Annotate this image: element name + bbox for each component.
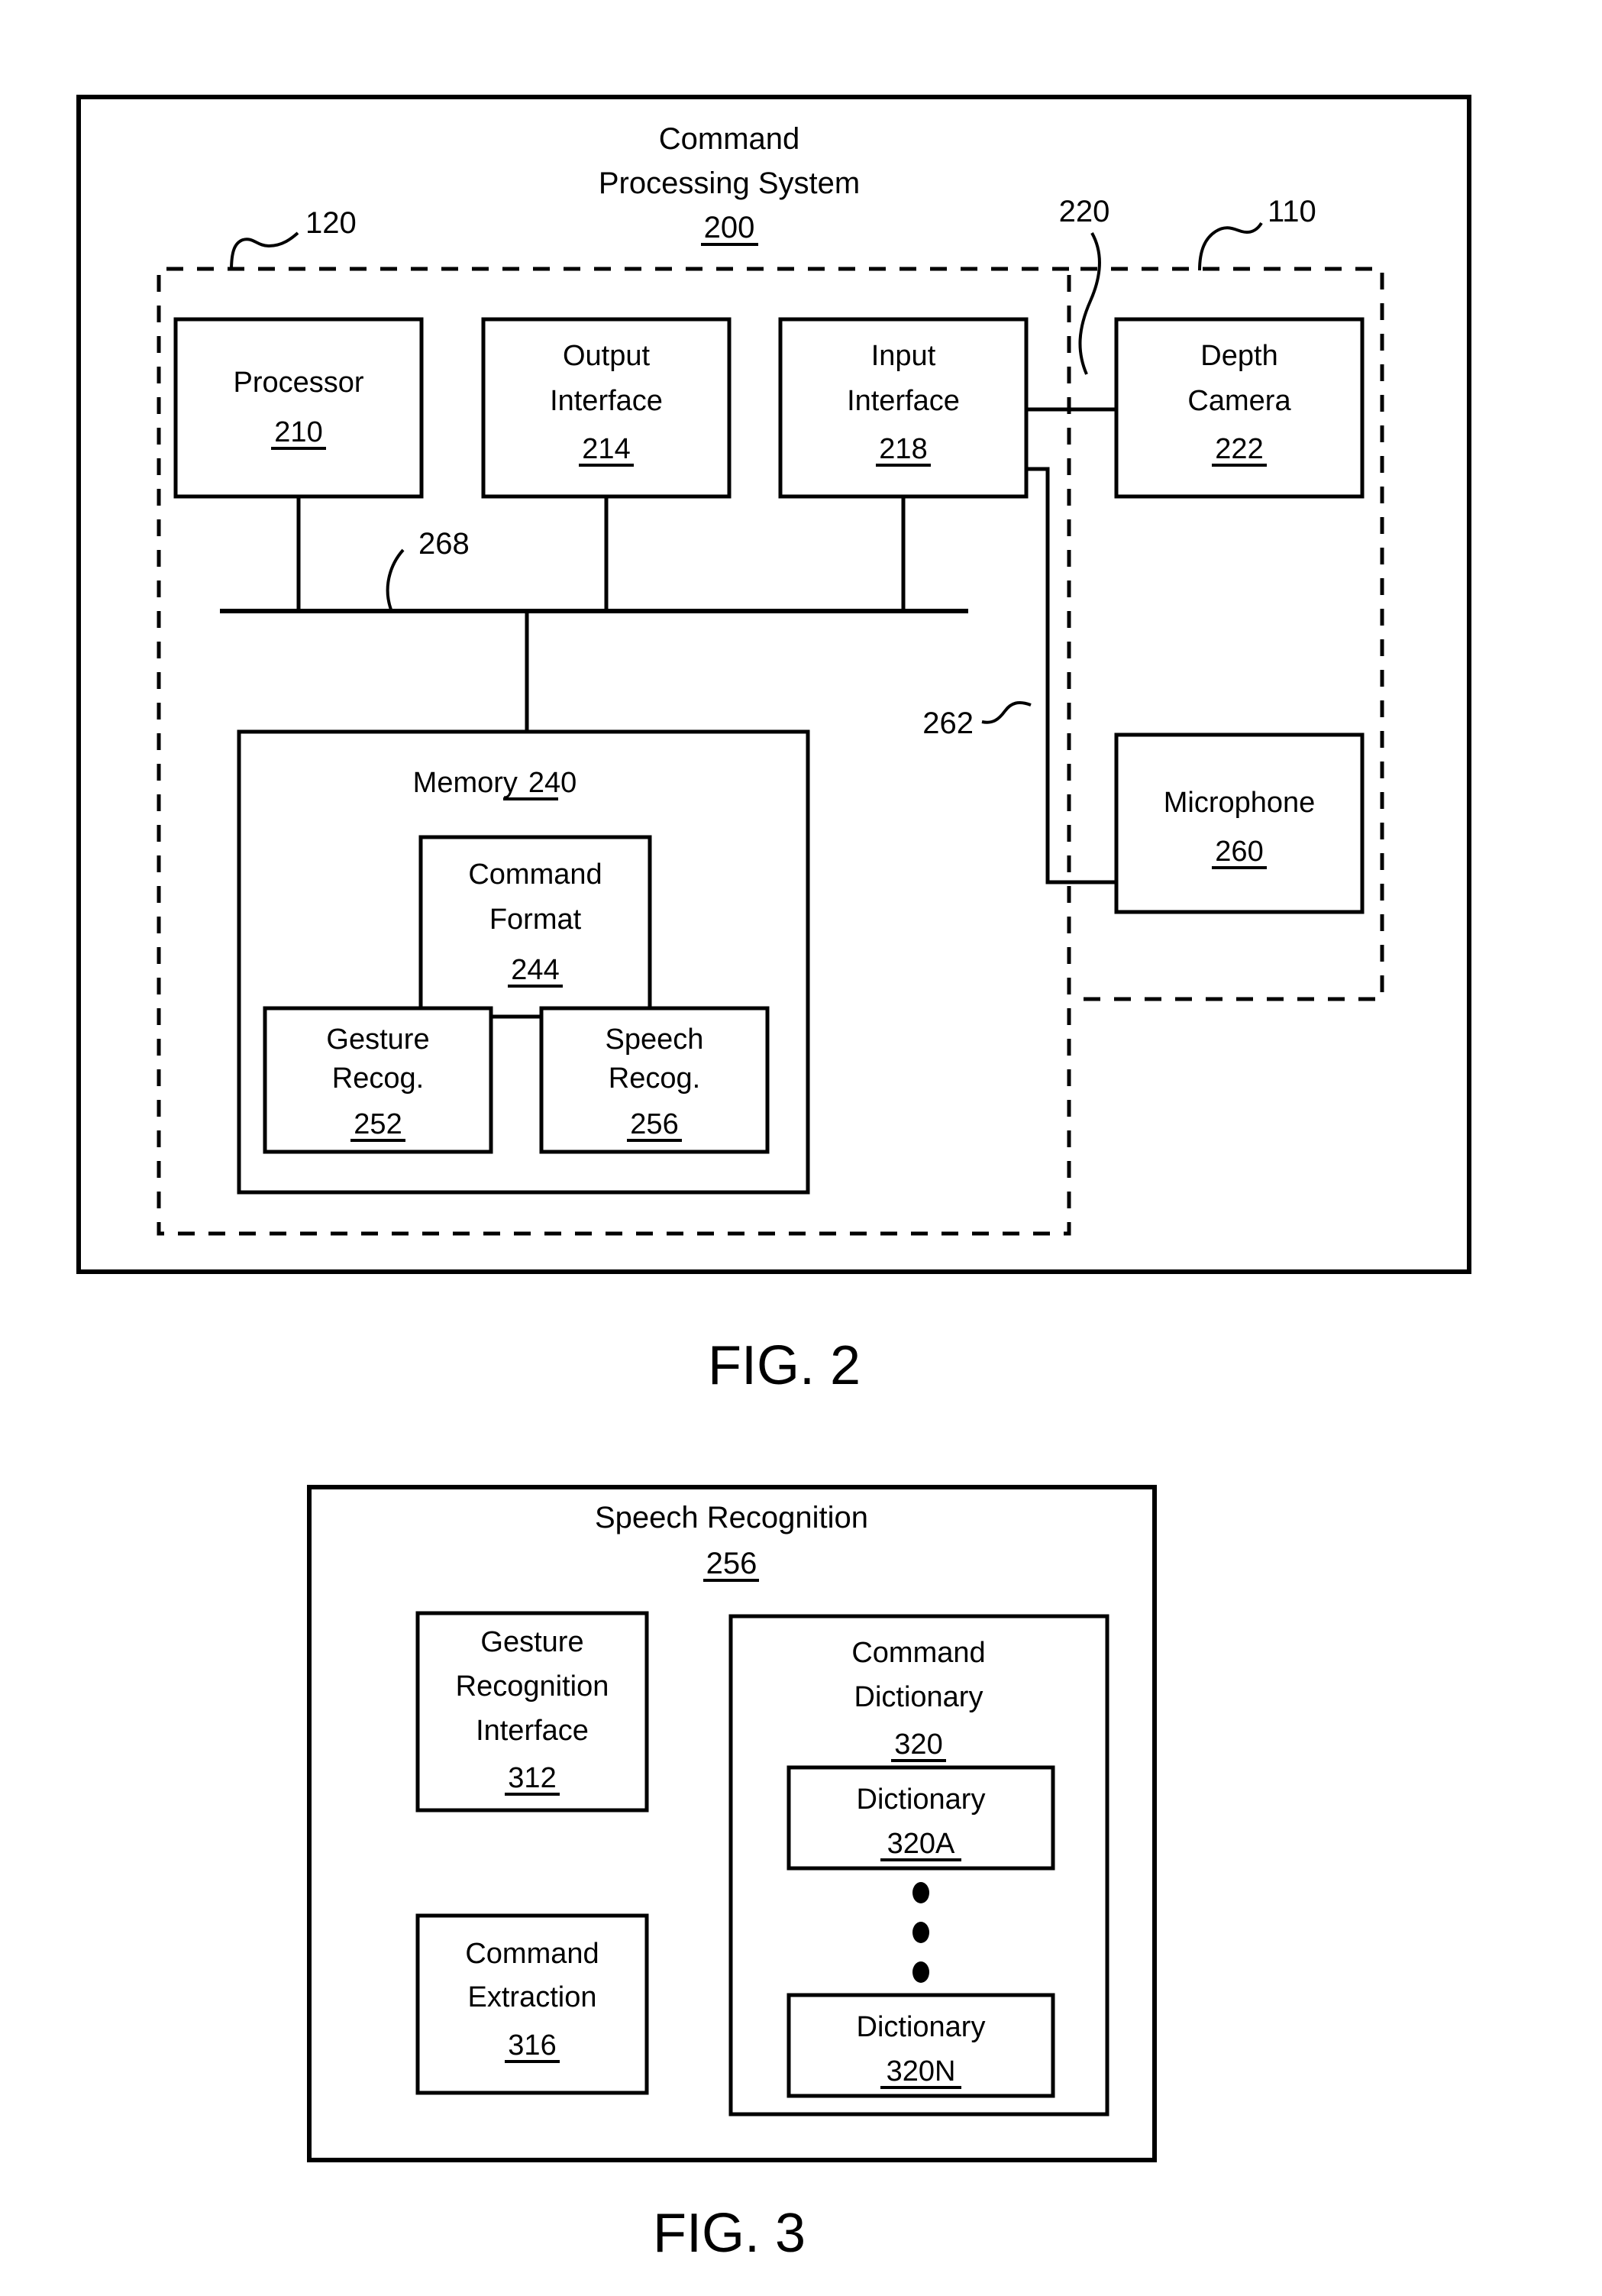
gri-label-line2: Recognition [456,1670,609,1703]
ref-label-268: 268 [418,527,470,561]
input-interface-label-line2: Interface [847,385,960,417]
output-interface-label-line2: Interface [550,385,663,417]
command-extraction-label-line2: Extraction [468,1981,597,2013]
processor-label: Processor [233,367,363,399]
speech-recog-ref: 256 [630,1108,678,1140]
dictionary-a-label: Dictionary [857,1783,986,1816]
gri-label-line1: Gesture [480,1626,583,1658]
dictionary-n-label: Dictionary [857,2011,986,2043]
depth-camera-label-line1: Depth [1200,340,1277,372]
dictionary-n-ref: 320N [887,2055,956,2087]
ref-label-262: 262 [922,707,974,740]
gri-label-line3: Interface [476,1715,589,1747]
gri-ref: 312 [508,1762,556,1794]
input-interface-label-line1: Input [871,340,936,372]
microphone-ref: 260 [1215,836,1263,868]
gesture-recog-label-line1: Gesture [326,1023,429,1056]
ellipsis-dot-2 [912,1922,929,1943]
output-interface-label-line1: Output [563,340,651,372]
output-interface-ref: 214 [582,433,630,465]
command-dictionary-ref: 320 [894,1728,942,1761]
ref-label-120: 120 [305,206,357,240]
command-format-label-line2: Format [489,904,582,936]
fig2-title-ref: 200 [704,211,755,244]
command-dictionary-label-line1: Command [851,1637,985,1669]
fig2-title-line1: Command [659,122,800,156]
speech-recog-label-line2: Recog. [609,1062,700,1095]
depth-camera-ref: 222 [1215,433,1263,465]
ellipsis-dot-3 [912,1961,929,1983]
gesture-recog-ref: 252 [354,1108,402,1140]
processor-ref: 210 [274,416,322,448]
fig2-title-line2: Processing System [599,167,860,200]
ref-label-220: 220 [1059,195,1110,228]
command-format-label-line1: Command [468,859,602,891]
fig3-caption: FIG. 3 [653,2203,806,2264]
memory-ref: 240 [528,767,577,799]
memory-label: Memory 240 [413,767,577,799]
figures-svg: Command Processing System 200 120 110 22… [76,95,1471,2264]
speech-recog-label-line1: Speech [606,1023,704,1056]
fig2-caption: FIG. 2 [708,1335,861,1396]
command-dictionary-label-line2: Dictionary [854,1681,983,1713]
command-extraction-ref: 316 [508,2029,556,2062]
dictionary-a-ref: 320A [887,1828,955,1860]
figure-3: Speech Recognition 256 Gesture Recogniti… [307,1485,1157,2264]
command-extraction-label-line1: Command [465,1938,599,1970]
fig3-title-ref: 256 [706,1547,757,1580]
ellipsis-dot-1 [912,1882,929,1903]
ref-label-110: 110 [1268,195,1316,228]
command-format-ref: 244 [511,954,559,986]
block-microphone [1114,732,1365,914]
depth-camera-label-line2: Camera [1187,385,1291,417]
input-interface-ref: 218 [879,433,927,465]
figure-2: Command Processing System 200 120 110 22… [76,95,1471,1396]
block-processor [173,317,424,499]
patent-drawing-sheet: Command Processing System 200 120 110 22… [0,0,1602,2296]
gesture-recog-label-line2: Recog. [332,1062,424,1095]
fig3-title: Speech Recognition [595,1501,868,1534]
microphone-label: Microphone [1164,787,1316,819]
